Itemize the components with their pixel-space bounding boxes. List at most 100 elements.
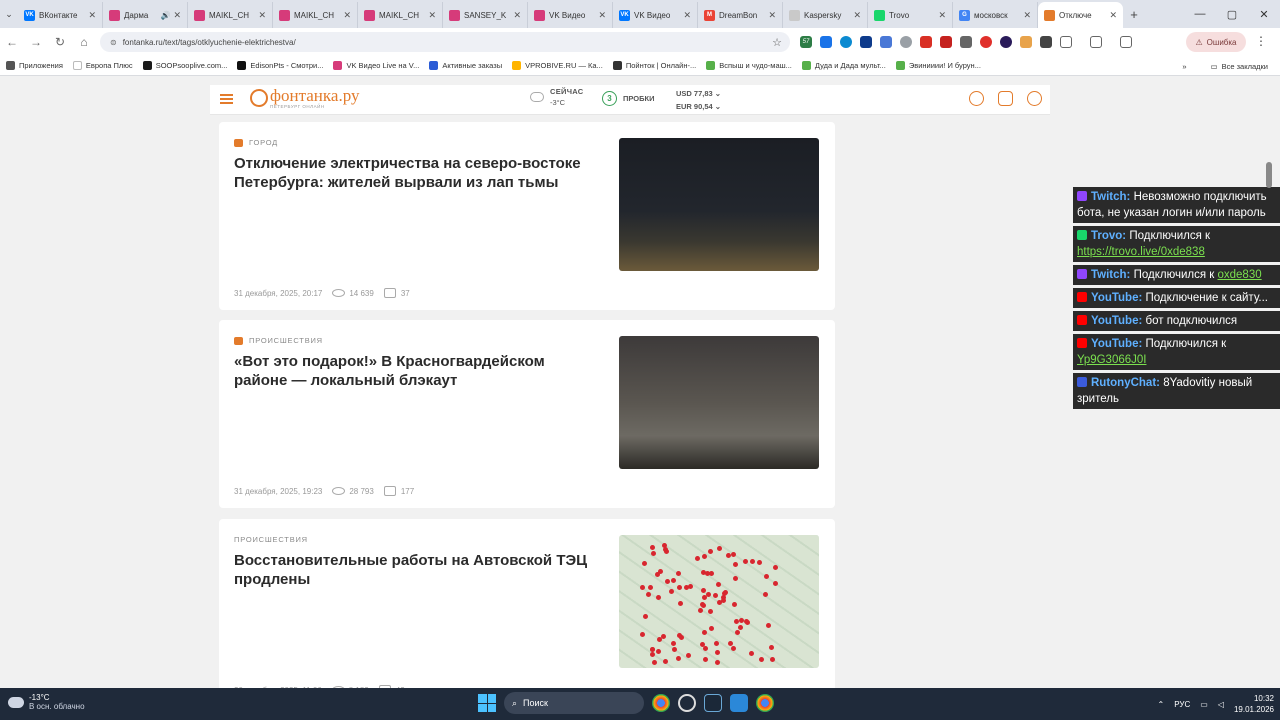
tab-search-icon[interactable]: ⌄ <box>0 0 18 28</box>
bookmark-item[interactable]: Приложения <box>6 61 63 70</box>
edit-icon[interactable] <box>998 91 1013 106</box>
close-tab-icon[interactable]: ✕ <box>683 10 691 21</box>
article-comments[interactable]: 37 <box>401 289 410 298</box>
article-card[interactable]: ПРОИСШЕСТВИЯ «Вот это подарок!» В Красног… <box>219 320 835 508</box>
user-icon[interactable] <box>1027 91 1042 106</box>
browser-tab[interactable]: Дарма 🔊 ✕ <box>103 2 188 28</box>
close-tab-icon[interactable]: ✕ <box>853 10 861 21</box>
chat-link[interactable]: Yp9G3066J0I <box>1077 354 1146 366</box>
home-icon[interactable]: ⌂ <box>72 35 96 49</box>
bookmark-item[interactable]: Пойнток | Онлайн-... <box>612 61 696 70</box>
bookmark-item[interactable]: Дуда и Дада мульт... <box>801 61 886 70</box>
browser-tab[interactable]: Отключе ✕ <box>1038 2 1123 28</box>
article-title[interactable]: Восстановительные работы на Автовской ТЭ… <box>234 551 599 589</box>
browser-tab[interactable]: VK ВКонтакте ✕ <box>18 2 103 28</box>
browser-tab[interactable]: Trovo ✕ <box>868 2 953 28</box>
browser-tab[interactable]: MAIKL_CH ✕ <box>358 2 443 28</box>
steam-icon[interactable] <box>704 694 722 712</box>
bookmark-star-icon[interactable]: ☆ <box>772 36 782 49</box>
search-icon[interactable] <box>969 91 984 106</box>
windows-start-icon[interactable] <box>478 694 496 712</box>
close-tab-icon[interactable]: ✕ <box>1109 10 1117 21</box>
screenshot-icon[interactable] <box>1090 36 1102 48</box>
bookmark-item[interactable]: VK Видео Live на V... <box>333 61 419 70</box>
minimize-icon[interactable]: — <box>1184 0 1216 28</box>
traffic-widget[interactable]: 3 ПРОБКИ <box>602 91 655 106</box>
close-tab-icon[interactable]: ✕ <box>173 10 181 21</box>
close-tab-icon[interactable]: ✕ <box>513 10 521 21</box>
chat-link[interactable]: oxde830 <box>1218 269 1262 281</box>
extension-icon[interactable] <box>820 36 832 48</box>
close-tab-icon[interactable]: ✕ <box>428 10 436 21</box>
reload-icon[interactable]: ↻ <box>48 35 72 49</box>
new-tab-button[interactable]: + <box>1123 7 1145 22</box>
article-title[interactable]: «Вот это подарок!» В Красногвардейском р… <box>234 352 599 390</box>
extension-badge[interactable]: 57 <box>800 36 812 48</box>
site-info-icon[interactable]: ⊜ <box>110 38 117 47</box>
taskbar-search[interactable]: ⌕ Поиск <box>504 692 644 714</box>
article-rubric[interactable]: ГОРОД <box>234 138 278 147</box>
menu-icon[interactable]: ⋮ <box>1255 34 1267 48</box>
site-logo[interactable]: фонтанка.ру ПЕТЕРБУРГ ОНЛАЙН <box>250 87 359 109</box>
puzzle-icon[interactable] <box>1060 36 1072 48</box>
reading-list-icon[interactable] <box>1120 36 1132 48</box>
chrome-icon[interactable] <box>756 694 774 712</box>
extension-icon[interactable] <box>1020 36 1032 48</box>
extension-icon[interactable] <box>960 36 972 48</box>
article-rubric[interactable]: ПРОИСШЕСТВИЯ <box>234 535 308 544</box>
extension-icon[interactable] <box>1040 36 1052 48</box>
article-rubric[interactable]: ПРОИСШЕСТВИЯ <box>234 336 323 345</box>
bookmark-item[interactable]: SOOPsooplive.com... <box>142 61 227 70</box>
browser-tab[interactable]: Gмосковск ✕ <box>953 2 1038 28</box>
article-comments[interactable]: 177 <box>401 487 414 496</box>
obs-icon[interactable] <box>678 694 696 712</box>
bookmark-item[interactable]: EdisonPts - Смотри... <box>237 61 323 70</box>
close-tab-icon[interactable]: ✕ <box>343 10 351 21</box>
browser-tab[interactable]: VK VK Видео ✕ <box>613 2 698 28</box>
browser-tab[interactable]: M DreamBon ✕ <box>698 2 783 28</box>
close-tab-icon[interactable]: ✕ <box>1023 10 1031 21</box>
maximize-icon[interactable]: ▢ <box>1216 0 1248 28</box>
extension-icon[interactable] <box>840 36 852 48</box>
article-image[interactable] <box>619 535 819 668</box>
bookmark-item[interactable]: Эвинииии! И бурун... <box>895 61 981 70</box>
close-window-icon[interactable]: ✕ <box>1248 0 1280 28</box>
forward-icon[interactable]: → <box>24 35 48 49</box>
translate-icon[interactable] <box>880 36 892 48</box>
hamburger-menu-icon[interactable] <box>220 94 233 104</box>
extension-icon[interactable] <box>980 36 992 48</box>
article-image[interactable] <box>619 336 819 469</box>
network-icon[interactable]: ▭ <box>1200 700 1208 709</box>
extension-icon[interactable] <box>900 36 912 48</box>
language-indicator[interactable]: РУС <box>1174 700 1190 709</box>
chat-link[interactable]: https://trovo.live/0xde838 <box>1077 246 1205 258</box>
extension-icon[interactable] <box>920 36 932 48</box>
tray-chevron-icon[interactable]: ⌃ <box>1158 700 1165 709</box>
close-tab-icon[interactable]: ✕ <box>258 10 266 21</box>
close-tab-icon[interactable]: ✕ <box>768 10 776 21</box>
currency-rates[interactable]: USD 77,83 ⌄ EUR 90,54 ⌄ <box>676 87 721 113</box>
browser-tab[interactable]: Kaspersky ✕ <box>783 2 868 28</box>
taskbar-weather[interactable]: -13°C В осн. облачно <box>8 693 85 711</box>
extension-icon[interactable] <box>860 36 872 48</box>
bookmark-item[interactable]: Активные заказы <box>429 61 502 70</box>
volume-icon[interactable]: ◁ <box>1218 700 1224 709</box>
article-card[interactable]: ГОРОД Отключение электричества на северо-… <box>219 122 835 310</box>
pdf-icon[interactable] <box>940 36 952 48</box>
browser-tab[interactable]: SANSEY_K ✕ <box>443 2 528 28</box>
browser-tab[interactable]: MAIKL_CH ✕ <box>188 2 273 28</box>
extension-icon[interactable] <box>1000 36 1012 48</box>
close-tab-icon[interactable]: ✕ <box>598 10 606 21</box>
article-card[interactable]: ПРОИСШЕСТВИЯ Восстановительные работы на … <box>219 519 835 688</box>
speaker-icon[interactable]: 🔊 <box>160 11 170 20</box>
article-image[interactable] <box>619 138 819 271</box>
bookmark-item[interactable]: Европа Плюс <box>72 61 133 70</box>
back-icon[interactable]: ← <box>0 35 24 49</box>
bookmark-item[interactable]: Вспыш и чудо-маш... <box>706 61 792 70</box>
error-button[interactable]: ⚠ Ошибка <box>1186 32 1246 52</box>
article-title[interactable]: Отключение электричества на северо-восто… <box>234 154 599 192</box>
bookmark-item[interactable]: VPROBIVE.RU — Ка... <box>512 61 603 70</box>
browser-tab[interactable]: VK Видео ✕ <box>528 2 613 28</box>
more-bookmarks-icon[interactable]: » <box>1182 62 1186 71</box>
address-bar[interactable]: ⊜ fontanka.ru/text/tags/otklyuchenie-ele… <box>100 32 790 52</box>
